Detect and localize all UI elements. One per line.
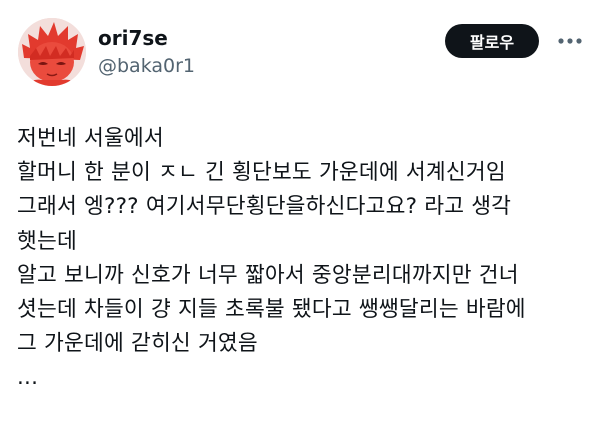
more-options-button[interactable]	[554, 28, 586, 54]
post-text-line: ...	[17, 365, 39, 391]
user-handle[interactable]: @baka0r1	[98, 53, 195, 79]
post-card: ori7se @baka0r1 팔로우 저번네 서울에서 할머니 한 분이 ㅈㄴ…	[0, 0, 600, 446]
post-text-line: 햇는데	[17, 228, 77, 254]
post-text-line: 알고 보니까 신호가 너무 짧아서 중앙분리대까지만 건너	[17, 262, 519, 288]
post-text-line: 그래서 엥??? 여기서무단횡단을하신다고요? 라고 생각	[17, 194, 512, 220]
avatar-image	[18, 18, 86, 86]
follow-button[interactable]: 팔로우	[445, 24, 539, 58]
post-text: 저번네 서울에서 할머니 한 분이 ㅈㄴ 긴 횡단보도 가운데에 서계신거임 그…	[17, 122, 592, 396]
post-text-line: 그 가운데에 갇히신 거였음	[17, 331, 258, 357]
avatar[interactable]	[18, 18, 86, 86]
more-horizontal-icon	[558, 38, 582, 44]
post-text-line: 셧는데 차들이 걍 지들 초록불 됐다고 쌩쌩달리는 바람에	[17, 297, 526, 323]
user-info: ori7se @baka0r1	[98, 26, 195, 79]
post-text-line: 저번네 서울에서	[17, 126, 164, 151]
display-name[interactable]: ori7se	[98, 26, 195, 50]
post-text-line: 할머니 한 분이 ㅈㄴ 긴 횡단보도 가운데에 서계신거임	[17, 160, 506, 186]
